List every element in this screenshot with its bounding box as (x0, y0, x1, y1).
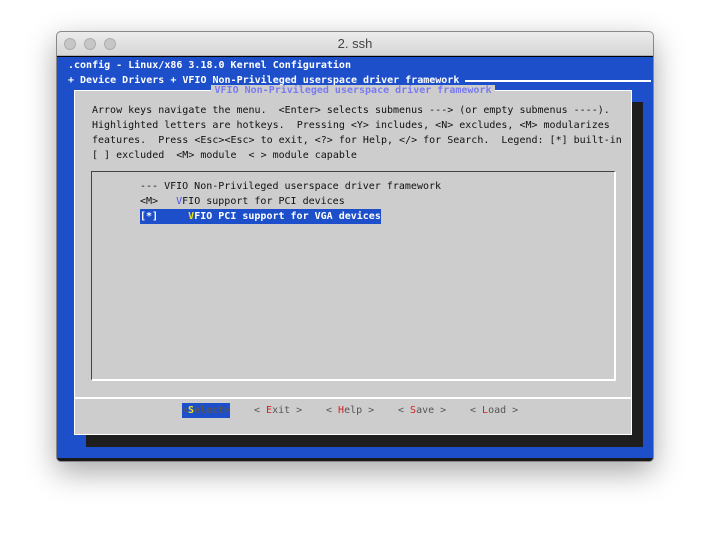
title-bar: 2. ssh (57, 32, 653, 56)
terminal-content[interactable]: .config - Linux/x86 3.18.0 Kernel Config… (57, 56, 653, 461)
help-line: Arrow keys navigate the menu. <Enter> se… (92, 105, 610, 116)
menu-item-vfio-pci-vga[interactable]: [*] VFIO PCI support for VGA devices (140, 209, 381, 224)
save-button[interactable]: < Save > (398, 403, 446, 418)
help-button[interactable]: < Help > (326, 403, 374, 418)
close-button[interactable] (64, 38, 76, 50)
help-line: Highlighted letters are hotkeys. Pressin… (92, 120, 610, 131)
dialog-title: VFIO Non-Privileged userspace driver fra… (210, 85, 496, 96)
help-line: features. Press <Esc><Esc> to exit, <?> … (92, 135, 622, 146)
exit-button[interactable]: < Exit > (254, 403, 302, 418)
menuconfig-dialog: VFIO Non-Privileged userspace driver fra… (74, 85, 632, 435)
zoom-button[interactable] (104, 38, 116, 50)
breadcrumb-rule (465, 80, 651, 82)
menu-item-vfio-pci[interactable]: <M> VFIO support for PCI devices (140, 194, 345, 209)
window-title: 2. ssh (337, 36, 373, 51)
select-button[interactable]: <Select> (182, 403, 231, 418)
button-separator (75, 397, 631, 399)
terminal-window: 2. ssh .config - Linux/x86 3.18.0 Kernel… (56, 31, 654, 462)
menu-list: --- VFIO Non-Privileged userspace driver… (91, 171, 616, 381)
load-button[interactable]: < Load > (470, 403, 518, 418)
help-line: [ ] excluded <M> module < > module capab… (92, 150, 357, 161)
minimize-button[interactable] (84, 38, 96, 50)
menu-item-framework[interactable]: --- VFIO Non-Privileged userspace driver… (140, 179, 441, 194)
config-line: .config - Linux/x86 3.18.0 Kernel Config… (68, 60, 351, 71)
